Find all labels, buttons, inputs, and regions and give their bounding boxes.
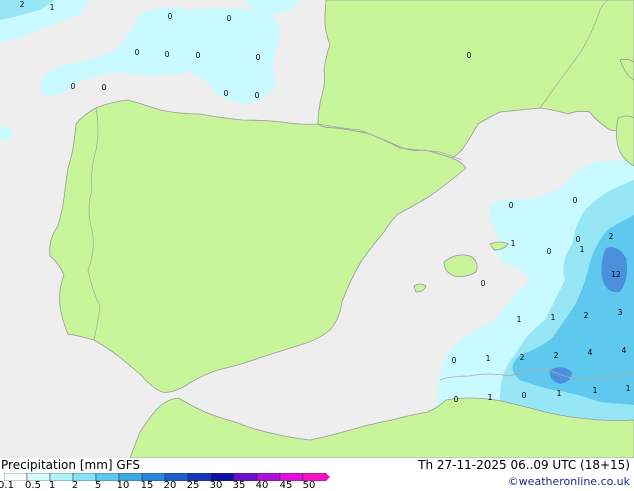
legend-tick-label: 0.5 (25, 480, 41, 491)
value-label: 0 (522, 391, 527, 400)
legend-tick-label: 30 (210, 480, 223, 491)
value-label: 1 (557, 389, 562, 398)
legend-tick-label: 45 (280, 480, 293, 491)
legend-tick-label: 2 (72, 480, 78, 491)
footer: Precipitation [mm] GFS Th 27-11-2025 06.… (0, 458, 634, 490)
mallorca-land (444, 255, 477, 277)
value-label: 0 (255, 91, 260, 100)
value-label: 1 (593, 386, 598, 395)
value-label: 0 (467, 51, 472, 60)
value-label: 2 (520, 353, 525, 362)
value-label: 2 (20, 0, 25, 9)
value-label: 0 (509, 201, 514, 210)
precipitation-map: 2 1 0 0 0 0 0 0 0 0 0 0 0 0 0 1 0 2 12 0… (0, 0, 634, 458)
value-label: 1 (486, 354, 491, 363)
model-name: GFS (116, 458, 140, 472)
value-label: 0 (227, 14, 232, 23)
value-label: 0 (102, 83, 107, 92)
value-label: 2 (584, 311, 589, 320)
value-label: 1 (551, 313, 556, 322)
value-label: 2 (554, 351, 559, 360)
value-label: 2 (609, 232, 614, 241)
value-label: 0 (454, 395, 459, 404)
value-label: 1 (580, 245, 585, 254)
legend-tick-label: 35 (233, 480, 246, 491)
precip-edge-w (0, 126, 12, 140)
legend-arrow (326, 473, 330, 481)
value-label: 1 (511, 239, 516, 248)
legend-tick-label: 15 (141, 480, 154, 491)
value-label: 1 (50, 3, 55, 12)
value-label: 0 (452, 356, 457, 365)
value-label: 0 (576, 235, 581, 244)
value-label: 1 (626, 384, 631, 393)
valid-time: Th 27-11-2025 06..09 UTC (18+15) (418, 458, 630, 472)
legend-tick-label: 40 (256, 480, 269, 491)
value-label: 0 (168, 12, 173, 21)
value-label: 1 (488, 393, 493, 402)
value-label: 0 (71, 82, 76, 91)
value-label: 3 (618, 308, 623, 317)
legend-tick-label: 10 (117, 480, 130, 491)
legend-tick-label: 0.1 (0, 480, 14, 491)
value-label: 0 (573, 196, 578, 205)
value-label: 0 (224, 89, 229, 98)
legend-tick-label: 5 (95, 480, 101, 491)
value-label: 1 (517, 315, 522, 324)
legend-tick-label: 50 (303, 480, 316, 491)
value-label: 0 (547, 247, 552, 256)
value-label: 4 (622, 346, 627, 355)
value-label: 0 (481, 279, 486, 288)
credit-link[interactable]: ©weatheronline.co.uk (508, 475, 630, 488)
map-title: Precipitation [mm] GFS (1, 458, 140, 472)
value-label: 12 (611, 270, 621, 279)
value-label: 0 (196, 51, 201, 60)
legend-tick-label: 25 (187, 480, 200, 491)
value-label: 0 (135, 48, 140, 57)
value-label: 0 (165, 50, 170, 59)
value-label: 0 (256, 53, 261, 62)
legend-tick-label: 20 (164, 480, 177, 491)
legend-tick-label: 1 (49, 480, 55, 491)
product-name: Precipitation [mm] (1, 458, 113, 472)
value-label: 4 (588, 348, 593, 357)
